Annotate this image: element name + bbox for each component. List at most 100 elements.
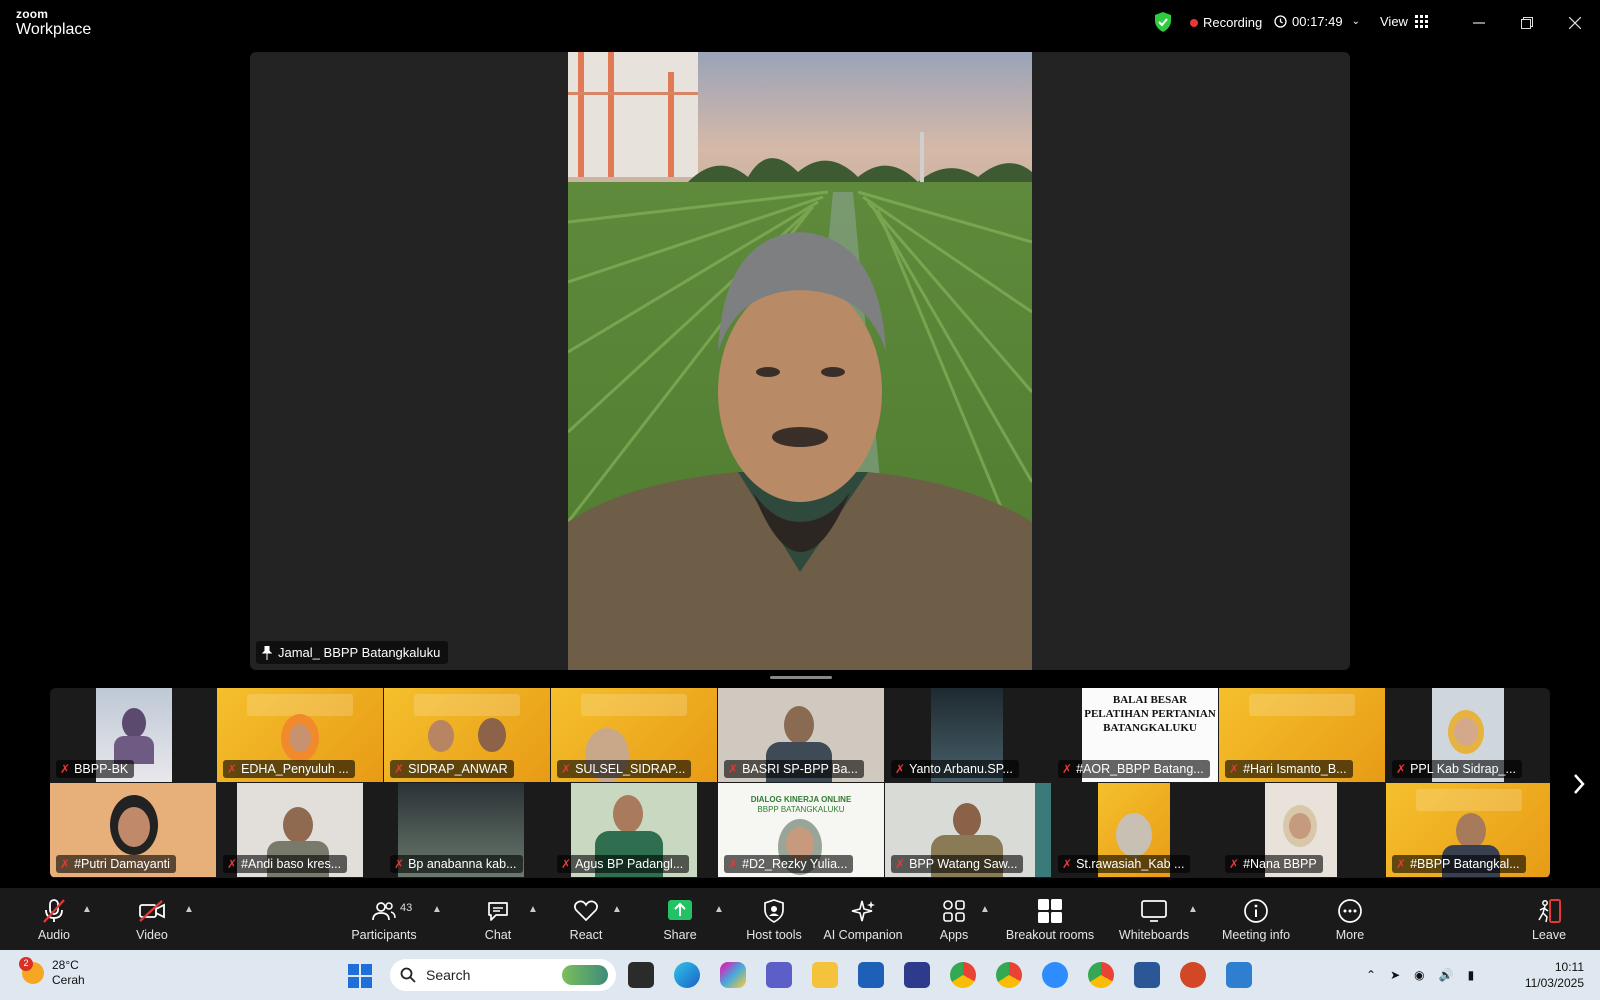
volume-icon[interactable]: 🔊 xyxy=(1439,968,1454,982)
battery-icon[interactable]: ▮ xyxy=(1468,968,1475,982)
apps-label: Apps xyxy=(939,927,969,942)
audio-options-caret[interactable]: ▲ xyxy=(82,904,92,915)
breakout-rooms-label: Breakout rooms xyxy=(1005,927,1095,942)
muted-mic-icon: ✗ xyxy=(561,762,572,776)
recording-indicator[interactable]: Recording xyxy=(1190,15,1262,30)
word-icon[interactable] xyxy=(1134,962,1160,988)
host-tools-label: Host tools xyxy=(746,927,802,942)
weather-widget[interactable]: 2 28°C Cerah xyxy=(19,957,85,988)
pin-icon xyxy=(262,645,272,660)
participant-name-tag: ✗ SIDRAP_ANWAR xyxy=(390,760,514,778)
participant-name-tag: ✗ EDHA_Penyuluh ... xyxy=(223,760,355,778)
taskview-icon[interactable] xyxy=(628,962,654,988)
participant-name-tag: ✗ #D2_Rezky Yulia... xyxy=(724,855,854,873)
close-icon xyxy=(1569,17,1581,29)
speaker-person xyxy=(568,232,1032,670)
participants-button[interactable]: Participants xyxy=(346,888,422,950)
chrome-profile-icon[interactable] xyxy=(996,962,1022,988)
participant-name-tag: ✗ #Hari Ismanto_B... xyxy=(1225,760,1353,778)
close-button[interactable] xyxy=(1562,10,1588,36)
system-tray: ⌃ ➤ ◉ 🔊 ▮ xyxy=(1366,950,1474,1000)
meeting-toolbar: Audio ▲ Video ▲ Participants 43 ▲ Chat ▲ xyxy=(0,888,1600,950)
participant-tile[interactable]: ✗ PPL Kab Sidrap_... xyxy=(1386,688,1550,782)
host-tools-button[interactable]: Host tools xyxy=(744,888,804,950)
leave-door-icon xyxy=(1538,898,1561,923)
apps-options-caret[interactable]: ▲ xyxy=(980,904,990,915)
participant-tile[interactable]: ✗ #Nana BBPP xyxy=(1219,783,1385,877)
stage-resize-handle[interactable] xyxy=(770,676,832,679)
participant-tile[interactable]: ✗ SULSEL_SIDRAP... xyxy=(551,688,717,782)
weather-badge: 2 xyxy=(19,957,33,971)
participant-tile[interactable]: ✗ #Hari Ismanto_B... xyxy=(1219,688,1385,782)
participant-tile[interactable]: ✗ BASRI SP-BPP Ba... xyxy=(718,688,884,782)
video-button[interactable]: Video xyxy=(130,888,174,950)
view-button[interactable]: View xyxy=(1380,14,1428,29)
react-button[interactable]: React xyxy=(566,888,606,950)
restore-button[interactable] xyxy=(1514,10,1540,36)
teams-icon[interactable] xyxy=(766,962,792,988)
apps-button[interactable]: Apps xyxy=(934,888,974,950)
participant-name-tag: ✗ BPP Watang Saw... xyxy=(891,855,1024,873)
participant-tile[interactable]: ✗ #Putri Damayanti xyxy=(50,783,216,877)
taskbar-search[interactable]: Search xyxy=(390,959,616,991)
windows-taskbar: 2 28°C Cerah Search ⌃ ➤ ◉ 🔊 ▮ 10:11 11/0… xyxy=(0,950,1600,1000)
store-icon[interactable] xyxy=(858,962,884,988)
participant-tile[interactable]: ✗ EDHA_Penyuluh ... xyxy=(217,688,383,782)
minimize-button[interactable] xyxy=(1466,10,1492,36)
meeting-info-button[interactable]: Meeting info xyxy=(1218,888,1294,950)
chrome-second-icon[interactable] xyxy=(1088,962,1114,988)
app-icon[interactable] xyxy=(904,962,930,988)
participant-tile[interactable]: BALAI BESAR PELATIHAN PERTANIAN BATANGKA… xyxy=(1052,688,1218,782)
share-button[interactable]: Share xyxy=(660,888,700,950)
gallery-next-button[interactable] xyxy=(1572,770,1586,802)
tray-location-icon[interactable]: ➤ xyxy=(1390,968,1400,982)
participant-tile[interactable]: ✗ BPP Watang Saw... xyxy=(885,783,1051,877)
whiteboards-options-caret[interactable]: ▲ xyxy=(1188,904,1198,915)
tray-chevron-up-icon[interactable]: ⌃ xyxy=(1366,968,1376,982)
windows-start-icon[interactable] xyxy=(348,964,372,988)
participant-tile[interactable]: ✗ #Andi baso kres... xyxy=(217,783,383,877)
active-speaker-stage[interactable]: Jamal_ BBPP Batangkaluku xyxy=(250,52,1350,670)
muted-mic-icon: ✗ xyxy=(1229,857,1240,871)
slide-text-line-3: BATANGKALUKU xyxy=(1103,721,1197,734)
participant-name-tag: ✗ Agus BP Padangl... xyxy=(557,855,690,873)
breakout-rooms-button[interactable]: Breakout rooms xyxy=(1002,888,1098,950)
participant-tile[interactable]: DIALOG KINERJA ONLINE BBPP BATANGKALUKU … xyxy=(718,783,884,877)
react-options-caret[interactable]: ▲ xyxy=(612,904,622,915)
meeting-timer[interactable]: 00:17:49 ⌄ xyxy=(1274,14,1360,29)
chrome-icon[interactable] xyxy=(950,962,976,988)
photos-icon[interactable] xyxy=(1226,962,1252,988)
edge-icon[interactable] xyxy=(674,962,700,988)
zoom-taskbar-icon[interactable] xyxy=(1042,962,1068,988)
video-options-caret[interactable]: ▲ xyxy=(184,904,194,915)
whiteboards-button[interactable]: Whiteboards xyxy=(1116,888,1192,950)
participant-tile[interactable]: ✗ Agus BP Padangl... xyxy=(551,783,717,877)
participants-options-caret[interactable]: ▲ xyxy=(432,904,442,915)
participant-name-tag: ✗ Bp anabanna kab... xyxy=(390,855,523,873)
leave-label: Leave xyxy=(1531,927,1567,942)
wifi-icon[interactable]: ◉ xyxy=(1414,968,1424,982)
participant-tile[interactable]: ✗ #BBPP Batangkal... xyxy=(1386,783,1550,877)
participant-tile[interactable]: ✗ BBPP-BK xyxy=(50,688,216,782)
copilot-icon[interactable] xyxy=(720,962,746,988)
audio-button[interactable]: Audio xyxy=(34,888,74,950)
ai-companion-button[interactable]: AI Companion xyxy=(820,888,906,950)
search-icon xyxy=(400,967,416,983)
leave-button[interactable]: Leave xyxy=(1530,888,1568,950)
taskbar-clock[interactable]: 10:11 11/03/2025 xyxy=(1514,960,1584,991)
powerpoint-icon[interactable] xyxy=(1180,962,1206,988)
participant-tile[interactable]: ✗ St.rawasiah_Kab ... xyxy=(1052,783,1218,877)
chat-options-caret[interactable]: ▲ xyxy=(528,904,538,915)
participant-tile[interactable]: ✗ Bp anabanna kab... xyxy=(384,783,550,877)
muted-mic-icon: ✗ xyxy=(60,762,71,776)
share-options-caret[interactable]: ▲ xyxy=(714,904,724,915)
file-explorer-icon[interactable] xyxy=(812,962,838,988)
breakout-rooms-icon xyxy=(1038,898,1062,923)
muted-mic-icon: ✗ xyxy=(1062,857,1073,871)
participant-tile[interactable]: ✗ Yanto Arbanu.SP... xyxy=(885,688,1051,782)
participant-tile[interactable]: ✗ SIDRAP_ANWAR xyxy=(384,688,550,782)
participant-name-tag: ✗ Yanto Arbanu.SP... xyxy=(891,760,1019,778)
more-button[interactable]: More xyxy=(1330,888,1370,950)
chat-button[interactable]: Chat xyxy=(478,888,518,950)
security-shield-icon[interactable] xyxy=(1154,12,1172,32)
